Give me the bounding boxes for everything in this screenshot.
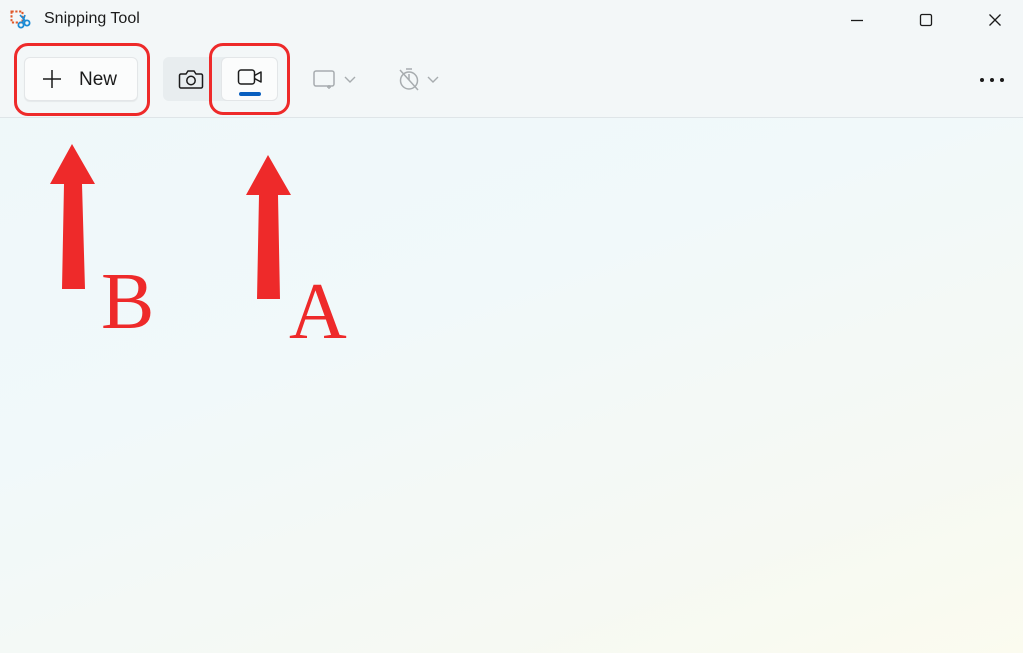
arrow-up-icon — [50, 144, 95, 289]
minimize-icon — [851, 19, 863, 22]
highlight-box-new-button — [14, 43, 150, 116]
snipping-tool-icon — [10, 10, 31, 29]
minimize-button[interactable] — [822, 0, 892, 40]
camera-icon — [178, 70, 203, 89]
snipping-tool-window: Snipping Tool New B A — [0, 0, 1023, 653]
rectangle-snip-icon — [313, 70, 335, 89]
no-delay-timer-icon — [399, 68, 419, 91]
annotation-label-b: B — [101, 258, 155, 346]
more-options-icon — [980, 78, 1004, 82]
annotation-label-a: A — [289, 268, 347, 356]
snip-shape-dropdown[interactable] — [312, 57, 366, 101]
chevron-down-icon — [427, 76, 439, 83]
maximize-button[interactable] — [891, 0, 961, 40]
window-title: Snipping Tool — [44, 10, 140, 27]
title-bar[interactable]: Snipping Tool — [0, 0, 1023, 40]
close-icon — [989, 14, 1001, 26]
delay-timer-dropdown[interactable] — [396, 57, 450, 101]
highlight-box-record-button — [209, 43, 290, 115]
more-options-button[interactable] — [970, 65, 1014, 95]
arrow-up-icon — [246, 155, 291, 299]
close-button[interactable] — [960, 0, 1023, 40]
maximize-icon — [919, 13, 933, 27]
chevron-down-icon — [344, 76, 356, 83]
toolbar: New — [0, 40, 1023, 118]
